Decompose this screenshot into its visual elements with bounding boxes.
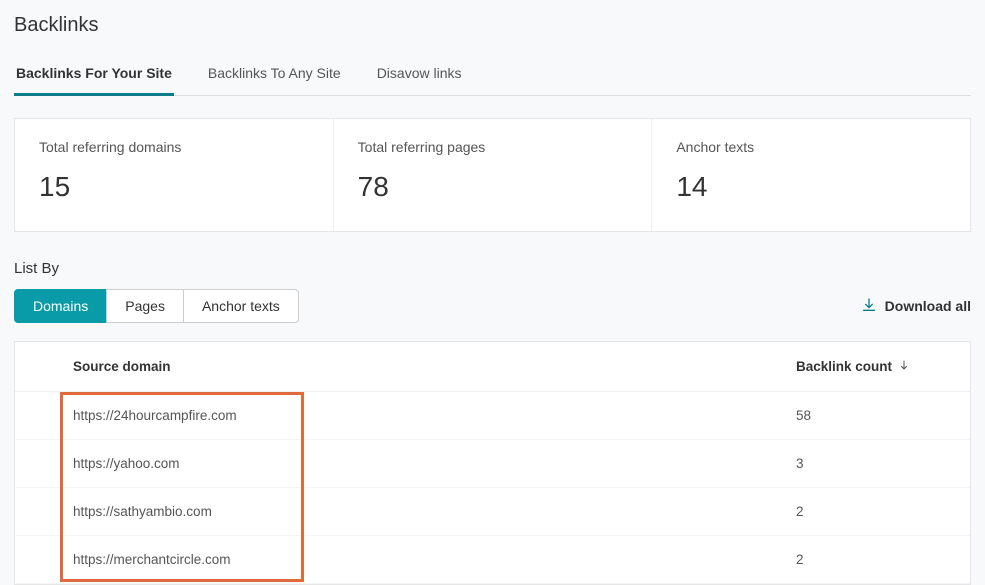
tab-disavow[interactable]: Disavow links xyxy=(375,59,464,95)
seg-domains[interactable]: Domains xyxy=(14,289,107,323)
col-header-domain[interactable]: Source domain xyxy=(73,359,796,374)
tabs: Backlinks For Your Site Backlinks To Any… xyxy=(14,59,971,96)
cell-domain: https://sathyambio.com xyxy=(73,504,796,519)
cell-count: 58 xyxy=(796,408,946,423)
stat-referring-pages: Total referring pages 78 xyxy=(334,119,653,231)
table-row[interactable]: https://24hourcampfire.com 58 xyxy=(15,392,970,440)
cell-count: 2 xyxy=(796,504,946,519)
col-header-count[interactable]: Backlink count xyxy=(796,358,946,375)
col-header-count-label: Backlink count xyxy=(796,359,892,374)
cell-domain: https://merchantcircle.com xyxy=(73,552,796,567)
download-all-button[interactable]: Download all xyxy=(861,297,971,316)
cell-count: 3 xyxy=(796,456,946,471)
listby-header: List By xyxy=(14,260,971,277)
tab-backlinks-your-site[interactable]: Backlinks For Your Site xyxy=(14,59,174,95)
stats-panel: Total referring domains 15 Total referri… xyxy=(14,118,971,232)
stat-label: Total referring domains xyxy=(39,139,309,155)
table-header: Source domain Backlink count xyxy=(15,342,970,392)
tab-backlinks-any-site[interactable]: Backlinks To Any Site xyxy=(206,59,343,95)
sort-down-icon xyxy=(898,358,910,375)
table-row[interactable]: https://merchantcircle.com 2 xyxy=(15,536,970,584)
download-icon xyxy=(861,297,877,316)
stat-anchor-texts: Anchor texts 14 xyxy=(652,119,970,231)
stat-label: Total referring pages xyxy=(358,139,628,155)
seg-anchor-texts[interactable]: Anchor texts xyxy=(183,289,299,323)
cell-domain: https://yahoo.com xyxy=(73,456,796,471)
domains-table: Source domain Backlink count https://24h… xyxy=(14,341,971,585)
listby-segment: Domains Pages Anchor texts xyxy=(14,289,299,323)
stat-value: 78 xyxy=(358,171,628,203)
stat-referring-domains: Total referring domains 15 xyxy=(15,119,334,231)
seg-pages[interactable]: Pages xyxy=(106,289,184,323)
stat-value: 14 xyxy=(676,171,946,203)
download-label: Download all xyxy=(885,298,971,314)
table-row[interactable]: https://sathyambio.com 2 xyxy=(15,488,970,536)
stat-value: 15 xyxy=(39,171,309,203)
cell-count: 2 xyxy=(796,552,946,567)
stat-label: Anchor texts xyxy=(676,139,946,155)
cell-domain: https://24hourcampfire.com xyxy=(73,408,796,423)
page-title: Backlinks xyxy=(14,14,971,37)
table-row[interactable]: https://yahoo.com 3 xyxy=(15,440,970,488)
